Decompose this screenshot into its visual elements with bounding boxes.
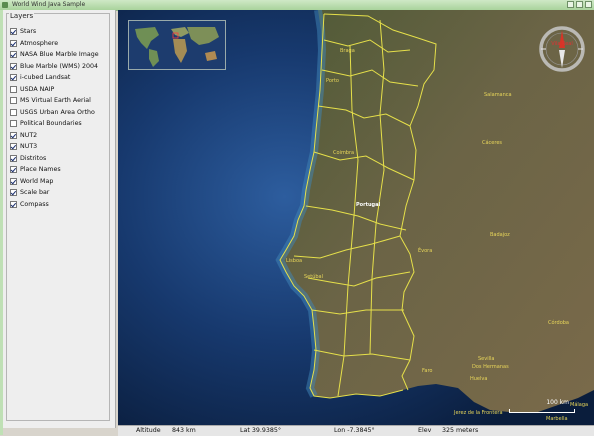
place-setubal: Setúbal — [304, 274, 324, 280]
layer-item[interactable]: USGS Urban Area Ortho — [10, 107, 99, 119]
layer-label: NASA Blue Marble Image — [20, 51, 99, 59]
elevation-value: 325 meters — [442, 427, 479, 434]
layer-label: NUT3 — [20, 143, 38, 151]
layer-item[interactable]: MS Virtual Earth Aerial — [10, 95, 99, 107]
altitude-value: 843 km — [172, 427, 196, 434]
layer-checkbox[interactable] — [10, 74, 17, 82]
world-map-continents — [129, 21, 225, 69]
layer-item[interactable]: Compass — [10, 199, 99, 211]
layer-checkbox[interactable] — [10, 177, 17, 185]
layer-label: Scale bar — [20, 189, 50, 197]
layer-item[interactable]: i-cubed Landsat — [10, 72, 99, 84]
layer-label: Atmosphere — [20, 39, 59, 47]
layer-label: USDA NAIP — [20, 85, 55, 93]
place-coimbra: Coimbra — [333, 150, 355, 156]
layer-checkbox[interactable] — [10, 131, 17, 139]
place-marbella: Marbella — [546, 416, 568, 422]
layer-item[interactable]: Atmosphere — [10, 38, 99, 50]
layer-checkbox[interactable] — [10, 108, 17, 116]
layers-panel-title: Layers — [9, 12, 35, 20]
place-portugal: Portugal — [356, 202, 381, 208]
place-badajoz: Badajoz — [490, 232, 510, 238]
layer-item[interactable]: Blue Marble (WMS) 2004 — [10, 61, 99, 73]
layer-label: Distritos — [20, 154, 47, 162]
longitude-readout: Lon -7.3845° — [334, 427, 375, 434]
layer-checkbox[interactable] — [10, 154, 17, 162]
minimize-button[interactable] — [567, 1, 574, 8]
layer-item[interactable]: Distritos — [10, 153, 99, 165]
place-huelva: Huelva — [470, 376, 488, 382]
layer-checkbox[interactable] — [10, 28, 17, 36]
layer-checkbox[interactable] — [10, 51, 17, 59]
layer-checkbox[interactable] — [10, 62, 17, 70]
scale-bar: 100 km — [509, 399, 575, 413]
window-controls — [567, 1, 592, 8]
layer-checkbox[interactable] — [10, 166, 17, 174]
place-dos-hermanas: Dos Hermanas — [472, 364, 509, 370]
layer-label: Place Names — [20, 166, 61, 174]
compass[interactable]: Vila Real — [537, 24, 587, 74]
latitude-readout: Lat 39.9385° — [240, 427, 282, 434]
layer-checkbox[interactable] — [10, 120, 17, 128]
layer-item[interactable]: Stars — [10, 26, 99, 38]
place-lisboa: Lisboa — [286, 258, 303, 264]
layer-label: USGS Urban Area Ortho — [20, 108, 95, 116]
layer-item[interactable]: Place Names — [10, 164, 99, 176]
app-icon — [2, 2, 8, 8]
compass-icon — [539, 26, 585, 72]
layers-panel: Layers Stars Atmosphere NASA Blue Marble I… — [3, 10, 116, 428]
layer-label: Stars — [20, 28, 37, 36]
maximize-button[interactable] — [576, 1, 583, 8]
status-bar: Altitude 843 km Lat 39.9385° Lon -7.3845… — [118, 425, 594, 436]
place-evora: Évora — [418, 248, 433, 254]
layer-item[interactable]: NUT3 — [10, 141, 99, 153]
place-porto: Porto — [326, 78, 339, 84]
layer-label: MS Virtual Earth Aerial — [20, 97, 91, 105]
layer-label: Compass — [20, 200, 49, 208]
close-button[interactable] — [585, 1, 592, 8]
place-faro: Faro — [422, 368, 433, 374]
altitude-label: Altitude — [136, 427, 161, 434]
layer-item[interactable]: Scale bar — [10, 187, 99, 199]
layer-label: Blue Marble (WMS) 2004 — [20, 62, 99, 70]
layer-checkbox[interactable] — [10, 85, 17, 93]
scale-bar-label: 100 km — [546, 399, 569, 406]
layer-checkbox[interactable] — [10, 200, 17, 208]
window-title: World Wind Java Sample — [12, 1, 86, 8]
place-braga: Braga — [340, 48, 355, 54]
scale-bar-line — [509, 409, 575, 413]
layer-label: i-cubed Landsat — [20, 74, 71, 82]
place-jerez: Jerez de la Frontera — [454, 410, 503, 416]
globe-view[interactable]: Vila Real Braga Porto Coimbra Portugal L… — [118, 10, 594, 425]
place-caceres: Cáceres — [482, 140, 503, 146]
layer-item[interactable]: NUT2 — [10, 130, 99, 142]
layer-item[interactable]: NASA Blue Marble Image — [10, 49, 99, 61]
place-sevilla: Sevilla — [478, 356, 495, 362]
layer-item[interactable]: Political Boundaries — [10, 118, 99, 130]
elevation-label: Elev — [418, 427, 432, 434]
layer-label: World Map — [20, 177, 54, 185]
layer-checkbox[interactable] — [10, 39, 17, 47]
layer-label: Political Boundaries — [20, 120, 82, 128]
compass-location-label: Vila Real — [551, 41, 573, 47]
layer-label: NUT2 — [20, 131, 38, 139]
place-cordoba: Córdoba — [548, 320, 569, 326]
world-map-overview[interactable] — [128, 20, 226, 70]
layer-item[interactable]: USDA NAIP — [10, 84, 99, 96]
terrain-map — [118, 10, 594, 425]
layer-checkbox[interactable] — [10, 189, 17, 197]
layer-item[interactable]: World Map — [10, 176, 99, 188]
layer-checkbox[interactable] — [10, 143, 17, 151]
layer-checkbox[interactable] — [10, 97, 17, 105]
layer-list: Stars Atmosphere NASA Blue Marble Image Blu… — [10, 26, 99, 210]
place-salamanca: Salamanca — [484, 92, 512, 98]
